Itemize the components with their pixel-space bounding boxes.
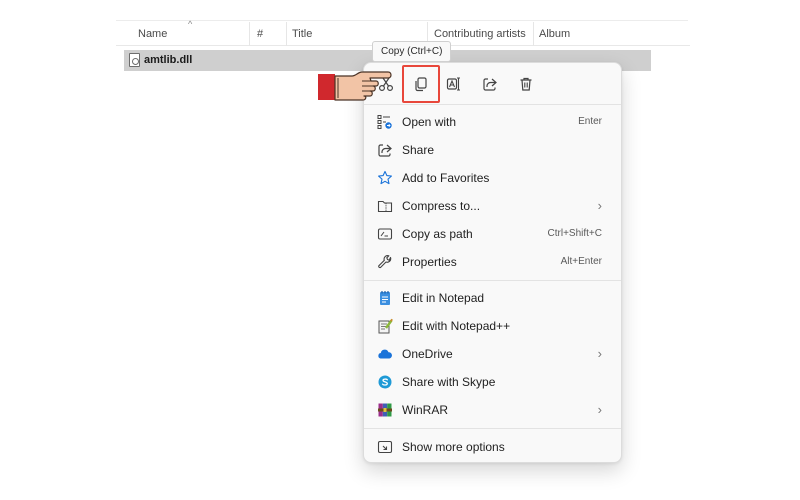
menu-item-label: Add to Favorites [402, 171, 490, 185]
delete-icon [520, 77, 532, 91]
column-header-title[interactable]: Title [292, 28, 312, 40]
column-header-album[interactable]: Album [539, 28, 570, 40]
menu-item-label: Properties [402, 255, 457, 269]
onedrive-icon [378, 349, 392, 359]
notepad-plus-icon [378, 318, 393, 334]
share-icon [483, 78, 497, 91]
pointing-hand-icon [318, 71, 392, 101]
menu-item-share-with-skype[interactable]: Share with Skype [368, 368, 618, 395]
sort-ascending-icon[interactable]: ^ [188, 19, 192, 29]
column-header-name[interactable]: Name [138, 28, 167, 40]
menu-item-shortcut: Enter [578, 116, 602, 127]
menu-item-winrar[interactable]: WinRAR › [368, 396, 618, 423]
quick-action-bar [364, 63, 621, 105]
zip-folder-icon [377, 200, 393, 213]
column-divider[interactable] [249, 22, 250, 46]
delete-button[interactable] [512, 70, 540, 98]
context-menu: Open with Enter Share Add to Favorites C… [363, 62, 622, 463]
column-divider[interactable] [286, 22, 287, 46]
header-top-border [116, 20, 688, 21]
menu-item-add-to-favorites[interactable]: Add to Favorites [368, 164, 618, 191]
menu-item-label: WinRAR [402, 403, 449, 417]
open-with-icon [377, 115, 392, 129]
dll-file-icon [129, 53, 140, 67]
share-icon [378, 144, 392, 157]
star-icon [378, 170, 392, 185]
menu-item-edit-in-notepad[interactable]: Edit in Notepad [368, 284, 618, 311]
menu-divider [364, 428, 621, 429]
menu-item-label: Share [402, 143, 435, 157]
copy-icon [415, 77, 427, 92]
column-divider[interactable] [533, 22, 534, 46]
chevron-right-icon: › [597, 198, 602, 213]
menu-item-label: Open with [402, 115, 457, 129]
rename-button[interactable] [440, 70, 468, 98]
menu-item-copy-as-path[interactable]: Copy as path Ctrl+Shift+C [368, 220, 618, 247]
menu-item-onedrive[interactable]: OneDrive › [368, 340, 618, 367]
copy-button[interactable] [402, 65, 440, 103]
menu-item-share[interactable]: Share [368, 136, 618, 163]
skype-icon [378, 375, 392, 389]
column-header-contributing-artists[interactable]: Contributing artists [434, 28, 526, 40]
file-name: amtlib.dll [144, 54, 193, 66]
show-more-icon [377, 440, 393, 454]
menu-item-show-more-options[interactable]: Show more options [368, 433, 618, 460]
winrar-icon [378, 403, 392, 417]
menu-item-label: Share with Skype [402, 375, 496, 389]
menu-item-edit-with-notepad-plus-plus[interactable]: Edit with Notepad++ [368, 312, 618, 339]
wrench-icon [378, 255, 392, 269]
menu-divider [364, 280, 621, 281]
menu-item-shortcut: Ctrl+Shift+C [547, 228, 602, 239]
chevron-right-icon: › [597, 346, 602, 361]
menu-item-label: Edit in Notepad [402, 291, 485, 305]
chevron-right-icon: › [597, 402, 602, 417]
menu-item-label: Show more options [402, 440, 505, 454]
menu-item-properties[interactable]: Properties Alt+Enter [368, 248, 618, 275]
share-button[interactable] [476, 70, 504, 98]
menu-item-label: Edit with Notepad++ [402, 319, 511, 333]
menu-item-label: OneDrive [402, 347, 453, 361]
menu-item-label: Compress to... [402, 199, 481, 213]
menu-item-label: Copy as path [402, 227, 473, 241]
menu-item-open-with[interactable]: Open with Enter [368, 108, 618, 135]
copy-path-icon [377, 228, 393, 240]
menu-item-compress-to[interactable]: Compress to... › [368, 192, 618, 219]
copy-tooltip: Copy (Ctrl+C) [372, 41, 452, 62]
notepad-icon [380, 291, 390, 305]
menu-item-shortcut: Alt+Enter [560, 256, 602, 267]
column-header-number[interactable]: # [257, 28, 263, 40]
rename-icon [446, 77, 460, 91]
